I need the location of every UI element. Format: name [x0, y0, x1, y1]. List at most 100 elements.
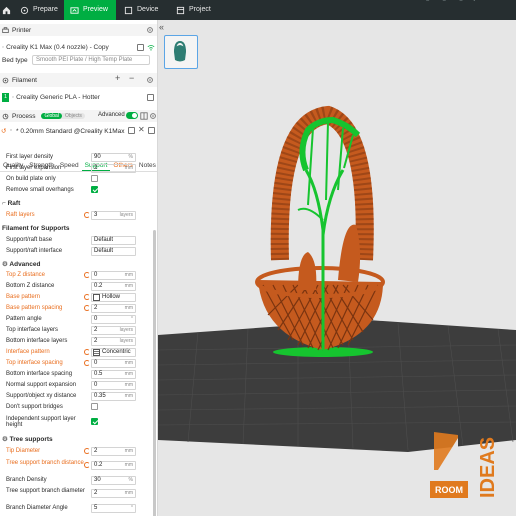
first-layer-expansion-row: First layer expansion 2 mm	[0, 164, 152, 175]
support-object-xy-distance-input[interactable]: 0.35 mm	[91, 392, 136, 401]
collapse-sidebar-button[interactable]: «	[159, 22, 164, 32]
bottom-z-distance-input[interactable]: 0.2 mm	[91, 282, 136, 291]
scene-canvas: ROOM IDEAS	[157, 105, 516, 498]
base-pattern-label: Base pattern	[6, 294, 41, 300]
first-layer-density-value: 90	[94, 154, 101, 160]
filament-slot-badge[interactable]: 1	[2, 93, 9, 102]
filament-section-header: Filament	[0, 73, 157, 87]
basket-model	[255, 105, 385, 351]
tip-diameter-unit: mm	[124, 448, 133, 454]
3d-viewport[interactable]: ROOM IDEAS	[157, 20, 516, 516]
tree-supports-icon: ⚙	[2, 436, 10, 443]
project-icon	[176, 6, 185, 14]
bed-type-select[interactable]: Smooth PEI Plate / High Temp Plate	[32, 55, 150, 65]
top-interface-layers-row: Top interface layers 2 layers	[0, 326, 152, 337]
independent-support-layer-height-label: Independent support layer height	[6, 416, 76, 429]
first-layer-expansion-input[interactable]: 2 mm	[91, 164, 136, 173]
top-interface-spacing-row: Top interface spacing 0 mm	[0, 359, 152, 370]
tab-prepare[interactable]: Prepare	[14, 0, 62, 20]
process-header-label: Process	[12, 112, 36, 120]
bottom-interface-spacing-input[interactable]: 0.5 mm	[91, 370, 136, 379]
printer-selector[interactable]: ◦ Creality K1 Max (0.4 nozzle) - Copy	[2, 44, 152, 51]
top-z-distance-reset-icon[interactable]	[84, 272, 90, 278]
advanced-group-label: Advanced	[9, 261, 41, 268]
advanced-switch[interactable]	[126, 112, 138, 119]
home-button[interactable]	[0, 0, 12, 20]
bottom-z-distance-row: Bottom Z distance 0.2 mm	[0, 282, 152, 293]
independent-support-layer-height-checkbox[interactable]	[91, 418, 98, 425]
base-pattern-spacing-input[interactable]: 2 mm	[91, 304, 136, 313]
printer-prefix-icon: ◦	[2, 44, 5, 51]
raft-layers-input[interactable]: 3 layers	[91, 211, 136, 220]
top-z-distance-unit: mm	[124, 272, 133, 278]
tip-diameter-reset-icon[interactable]	[84, 448, 90, 454]
top-interface-layers-value: 2	[94, 327, 98, 333]
global-toggle[interactable]: Global	[41, 113, 62, 119]
interface-pattern-reset-icon[interactable]	[84, 349, 90, 355]
normal-support-expansion-input[interactable]: 0 mm	[91, 381, 136, 390]
tab-project[interactable]: Project	[170, 0, 220, 20]
tree-branch-distance-reset-icon[interactable]	[84, 462, 90, 468]
profile-save-icon[interactable]	[128, 127, 135, 134]
printer-icon	[2, 26, 9, 33]
process-profile-name: * 0.20mm Standard @Creality K1Max (0...	[16, 128, 126, 135]
top-z-distance-value: 0	[94, 272, 98, 278]
objects-toggle[interactable]: Objects	[62, 113, 85, 119]
base-pattern-select[interactable]: Hollow	[91, 293, 136, 302]
pattern-angle-unit: °	[131, 316, 133, 322]
process-settings-icon[interactable]	[149, 112, 157, 120]
base-pattern-spacing-reset-icon[interactable]	[84, 305, 90, 311]
branch-diameter-angle-input[interactable]: 5 °	[91, 504, 136, 513]
plate-thumbnail[interactable]	[164, 35, 198, 69]
tab-preview[interactable]: Preview	[64, 0, 116, 20]
filament-settings-icon[interactable]	[146, 76, 154, 84]
pattern-angle-input[interactable]: 0 °	[91, 315, 136, 324]
tab-device[interactable]: Device	[118, 0, 164, 20]
printer-edit-icon[interactable]	[137, 44, 144, 51]
top-z-distance-input[interactable]: 0 mm	[91, 271, 136, 280]
settings-scrollbar[interactable]	[153, 230, 156, 516]
profile-close-icon[interactable]: ✕	[138, 125, 145, 134]
remove-filament-button[interactable]: −	[129, 73, 134, 83]
interface-pattern-select[interactable]: Concentric	[91, 348, 136, 357]
top-interface-layers-label: Top interface layers	[6, 327, 59, 333]
top-interface-spacing-reset-icon[interactable]	[84, 360, 90, 366]
first-layer-density-label: First layer density	[6, 154, 54, 160]
profile-edit-icon[interactable]	[148, 127, 155, 134]
first-layer-density-row: First layer density 90%	[0, 153, 152, 164]
branch-density-input[interactable]: 30%	[91, 476, 136, 485]
tree-branch-diameter-row: Tree support branch diameter 2 mm	[0, 487, 152, 502]
top-interface-spacing-input[interactable]: 0 mm	[91, 359, 136, 368]
branch-density-label: Branch Density	[6, 477, 47, 483]
support-raft-base-select[interactable]: Default	[91, 236, 136, 245]
base-pattern-reset-icon[interactable]	[84, 294, 90, 300]
filament-selector[interactable]: ◦ Creality Generic PLA - Hotter	[12, 94, 157, 101]
tree-branch-distance-unit: mm	[124, 462, 133, 468]
wifi-icon[interactable]	[147, 44, 155, 51]
printer-settings-icon[interactable]	[146, 26, 154, 34]
remove-small-overhangs-checkbox[interactable]	[91, 186, 98, 193]
tip-diameter-input[interactable]: 2 mm	[91, 447, 136, 456]
compare-icon[interactable]	[140, 112, 148, 120]
first-layer-density-input[interactable]: 90%	[91, 153, 136, 162]
bottom-interface-layers-input[interactable]: 2 layers	[91, 337, 136, 346]
window-title: basket_easter_ravent_library	[412, 0, 476, 2]
add-filament-button[interactable]: +	[115, 73, 120, 83]
tree-branch-distance-input[interactable]: 0.2 mm	[91, 461, 136, 470]
first-layer-expansion-value: 2	[94, 165, 98, 171]
advanced-label: Advanced	[98, 112, 125, 118]
dont-support-bridges-checkbox[interactable]	[91, 403, 98, 410]
profile-prefix-icon: ◦	[10, 127, 13, 134]
first-layer-expansion-unit: mm	[124, 165, 133, 171]
support-raft-interface-select[interactable]: Default	[91, 247, 136, 256]
on-build-plate-only-checkbox[interactable]	[91, 175, 98, 182]
tree-branch-diameter-input[interactable]: 2 mm	[91, 489, 136, 498]
filament-edit-icon[interactable]	[147, 94, 154, 101]
top-interface-layers-input[interactable]: 2 layers	[91, 326, 136, 335]
raft-group-header: ⌐ Raft	[2, 200, 20, 207]
filament-supports-header: Filament for Supports	[2, 225, 70, 232]
global-objects-toggle[interactable]: Global Objects	[41, 113, 85, 119]
support-object-xy-distance-label: Support/object xy distance	[6, 393, 77, 399]
prepare-icon	[20, 6, 29, 14]
raft-layers-reset-icon[interactable]	[84, 212, 90, 218]
